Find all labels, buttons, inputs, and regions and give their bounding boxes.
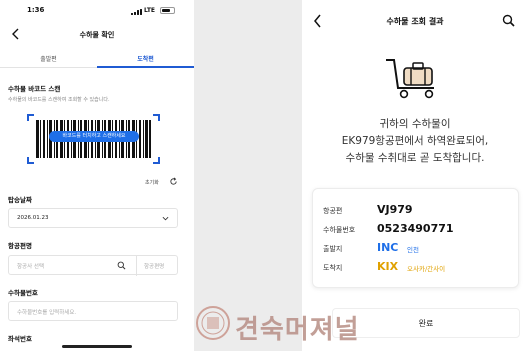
flight-label: 항공편명: [8, 242, 32, 250]
reset-button[interactable]: 초기화: [145, 179, 159, 186]
baggage-check-screen: 1:36 LTE 수하물 확인 출발편 도착편 수하물 바코드 스캔 수하물의 …: [0, 0, 194, 351]
status-time: 1:36: [27, 6, 45, 14]
flight-number-placeholder: 항공편명: [144, 264, 165, 270]
seal-logo: [196, 306, 230, 340]
detail-label: 수하물번호: [323, 226, 356, 234]
seat-number-label: 좌석번호: [8, 335, 32, 343]
tab-arrival[interactable]: 도착편: [97, 54, 194, 63]
scan-frame-corner: [27, 114, 34, 121]
network-label: LTE: [144, 7, 156, 14]
baggage-no-value: 0523490771: [377, 222, 454, 235]
baggage-details-card: 항공편 VJ979 수하물번호 0523490771 출발지 INC 인천 도착…: [312, 188, 519, 288]
result-message-line: 귀하의 수하물이: [379, 118, 451, 130]
refresh-icon[interactable]: [169, 177, 178, 186]
baggage-number-input[interactable]: 수하물번호를 입력하세요.: [8, 301, 178, 321]
airline-select[interactable]: 항공사 선택: [17, 262, 44, 270]
active-tab-indicator: [97, 66, 194, 68]
watermark: 견숙머져널: [195, 305, 365, 351]
flight-input-group: 항공사 선택 항공편명: [8, 255, 179, 276]
signal-icon: [131, 9, 142, 15]
search-icon[interactable]: [502, 14, 515, 27]
detail-label: 출발지: [323, 245, 343, 253]
flight-number-input[interactable]: 항공편명: [136, 256, 179, 276]
detail-row-flight: 항공편 VJ979: [323, 203, 513, 217]
watermark-text: 견숙머져널: [235, 315, 360, 345]
detail-label: 도착지: [323, 264, 343, 272]
boarding-date-value: 2026.01.23: [17, 215, 49, 221]
scan-frame-corner: [153, 114, 160, 121]
scan-frame-corner: [27, 157, 34, 164]
page-title: 수하물 확인: [79, 31, 115, 39]
barcode-section-description: 수하물의 바코드를 스캔하여 조회할 수 있습니다.: [8, 97, 110, 103]
result-message-line: EK979항공편에서 하역완료되어,: [341, 135, 489, 147]
home-indicator: [62, 345, 132, 348]
baggage-cart-icon: [386, 59, 434, 99]
arrival-code: KIX: [377, 260, 399, 273]
barcode-scanner[interactable]: 바코드를 터치하고 스캔하세요: [27, 114, 160, 164]
status-bar: 1:36 LTE: [0, 6, 194, 18]
departure-code: INC: [377, 241, 399, 254]
scan-barcode-button[interactable]: 바코드를 터치하고 스캔하세요: [49, 131, 139, 142]
scan-frame-corner: [153, 157, 160, 164]
detail-row-departure: 출발지 INC 인천: [323, 241, 513, 255]
baggage-number-label: 수하물번호: [8, 289, 38, 297]
header: 수하물 확인: [0, 25, 194, 45]
search-icon[interactable]: [117, 261, 126, 270]
arrival-city: 오사카/간사이: [407, 265, 446, 273]
chevron-down-icon: [162, 216, 169, 221]
baggage-number-placeholder: 수하물번호를 입력하세요.: [17, 310, 77, 316]
detail-row-baggage-no: 수하물번호 0523490771: [323, 222, 513, 236]
detail-label: 항공편: [323, 207, 343, 215]
boarding-date-select[interactable]: 2026.01.23: [8, 208, 178, 228]
boarding-date-label: 탑승날짜: [8, 196, 32, 204]
tab-bar: 출발편 도착편: [0, 52, 194, 68]
departure-city: 인천: [407, 246, 419, 254]
barcode-section-title: 수하물 바코드 스캔: [8, 85, 61, 93]
page-title: 수하물 조회 결과: [386, 17, 444, 26]
result-message-line: 수하물 수취대로 곧 도착합니다.: [345, 152, 485, 164]
baggage-result-screen: 수하물 조회 결과 귀하의 수하물이 EK979항공편에서 하역완료되어, 수하…: [302, 0, 528, 351]
battery-icon: [160, 7, 175, 14]
tab-departure[interactable]: 출발편: [0, 54, 97, 63]
detail-row-arrival: 도착지 KIX 오사카/간사이: [323, 260, 513, 274]
flight-value: VJ979: [377, 203, 413, 216]
